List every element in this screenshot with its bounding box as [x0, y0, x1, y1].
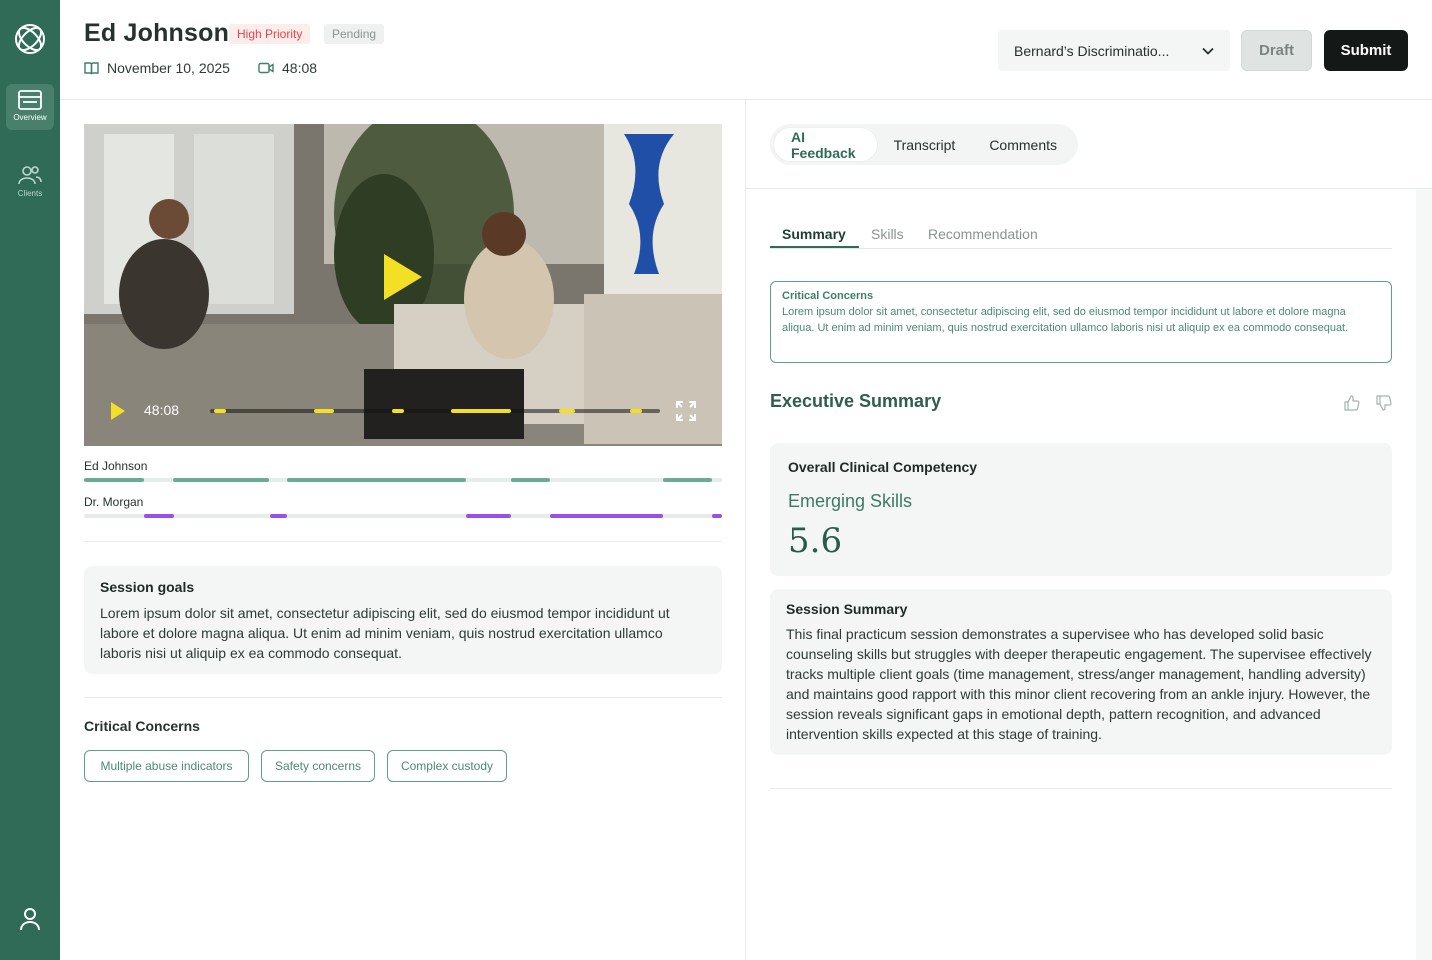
subtab-recommendation[interactable]: Recommendation: [928, 226, 1038, 242]
competency-level: Emerging Skills: [788, 491, 913, 511]
session-date-text: November 10, 2025: [107, 60, 230, 76]
tab-ai-feedback[interactable]: AI Feedback: [774, 128, 877, 161]
competency-label: Overall Clinical Competency: [788, 459, 978, 475]
divider: [84, 697, 722, 698]
status-badge: Pending: [324, 24, 385, 44]
draft-button[interactable]: Draft: [1241, 30, 1312, 71]
speaker-segment: [663, 478, 712, 482]
video-highlight-segment: [630, 409, 642, 413]
speaker-segment: [270, 514, 287, 518]
video-player[interactable]: 48:08: [84, 124, 722, 446]
session-date: November 10, 2025: [84, 60, 230, 76]
video-camera-icon: [258, 62, 274, 74]
chevron-down-icon: [1202, 47, 1214, 55]
speaker-segment: [466, 514, 511, 518]
app-logo-icon[interactable]: [13, 22, 47, 56]
book-icon: [84, 61, 99, 74]
sidebar-item-label: Clients: [17, 189, 43, 198]
scrollbar[interactable]: [1416, 189, 1432, 960]
page-header: Ed Johnson High Priority Pending Novembe…: [60, 0, 1432, 100]
executive-summary-title: Executive Summary: [770, 391, 942, 411]
speaker-timeline-counselor[interactable]: [84, 514, 722, 518]
overview-icon: [18, 90, 42, 110]
submit-button[interactable]: Submit: [1324, 30, 1408, 71]
session-summary-title: Session Summary: [786, 601, 908, 617]
active-tab-underline: [770, 246, 859, 248]
thumbs-up-icon[interactable]: [1344, 395, 1360, 411]
speaker-segment: [144, 514, 174, 518]
session-duration: 48:08: [258, 60, 317, 76]
speaker-segment: [84, 478, 144, 482]
video-highlight-segment: [451, 409, 511, 413]
divider: [84, 541, 722, 542]
sidebar-item-overview[interactable]: Overview: [6, 84, 54, 130]
speaker-name-counselor: Dr. Morgan: [84, 495, 144, 509]
session-summary-card: Session Summary This final practicum ses…: [770, 589, 1392, 755]
tab-transcript[interactable]: Transcript: [877, 128, 973, 161]
concern-chip[interactable]: Multiple abuse indicators: [84, 750, 249, 782]
session-goals-text: Lorem ipsum dolor sit amet, consectetur …: [100, 605, 670, 661]
speaker-timeline-client[interactable]: [84, 478, 722, 482]
feedback-tabs: AI Feedback Transcript Comments: [770, 124, 1078, 165]
video-highlight-segment: [214, 409, 226, 413]
concern-chip[interactable]: Complex custody: [387, 750, 507, 782]
sidebar-item-clients[interactable]: Clients: [6, 158, 54, 204]
critical-concerns-title: Critical Concerns: [84, 718, 200, 734]
user-profile-icon[interactable]: [18, 906, 42, 934]
rubric-select[interactable]: Bernard’s Discriminatio...: [998, 30, 1230, 71]
fullscreen-icon[interactable]: [675, 400, 697, 422]
sub-tabs: Summary Skills Recommendation: [770, 224, 1392, 249]
speaker-segment: [712, 514, 722, 518]
speaker-segment: [511, 478, 550, 482]
panel-divider: [745, 100, 746, 960]
speaker-segment: [550, 514, 663, 518]
session-goals-card: Session goals Lorem ipsum dolor sit amet…: [84, 566, 722, 674]
page-title: Ed Johnson: [84, 19, 230, 47]
critical-concerns-alert: Critical Concerns Lorem ipsum dolor sit …: [770, 281, 1392, 363]
sidebar: Overview Clients: [0, 0, 60, 960]
subtab-skills[interactable]: Skills: [871, 226, 904, 242]
rubric-select-value: Bernard’s Discriminatio...: [1014, 42, 1170, 59]
clients-icon: [18, 166, 42, 185]
video-highlight-segment: [559, 409, 575, 413]
speaker-name-client: Ed Johnson: [84, 459, 148, 473]
play-overlay-icon[interactable]: [382, 252, 424, 302]
video-time: 48:08: [144, 402, 180, 418]
subtab-summary[interactable]: Summary: [782, 226, 846, 242]
sidebar-item-label: Overview: [13, 113, 47, 122]
session-duration-text: 48:08: [282, 60, 318, 76]
session-goals-title: Session goals: [100, 579, 195, 595]
priority-badge: High Priority: [229, 24, 311, 44]
thumbs-down-icon[interactable]: [1376, 395, 1392, 411]
critical-concerns-alert-text: Lorem ipsum dolor sit amet, consectetur …: [782, 306, 1349, 334]
speaker-segment: [287, 478, 466, 482]
video-highlight-segment: [314, 409, 334, 413]
divider: [746, 188, 1432, 189]
divider: [770, 788, 1392, 789]
concern-chip[interactable]: Safety concerns: [261, 750, 375, 782]
play-icon[interactable]: [110, 401, 126, 421]
video-progress-track[interactable]: [210, 409, 660, 413]
video-highlight-segment: [392, 409, 404, 413]
competency-card: Overall Clinical Competency Emerging Ski…: [770, 443, 1392, 576]
speaker-segment: [173, 478, 269, 482]
tab-comments[interactable]: Comments: [972, 128, 1074, 161]
critical-concerns-alert-title: Critical Concerns: [782, 290, 874, 302]
video-controls: 48:08: [84, 396, 722, 426]
competency-score: 5.6: [788, 521, 843, 561]
session-summary-text: This final practicum session demonstrate…: [786, 626, 1372, 742]
